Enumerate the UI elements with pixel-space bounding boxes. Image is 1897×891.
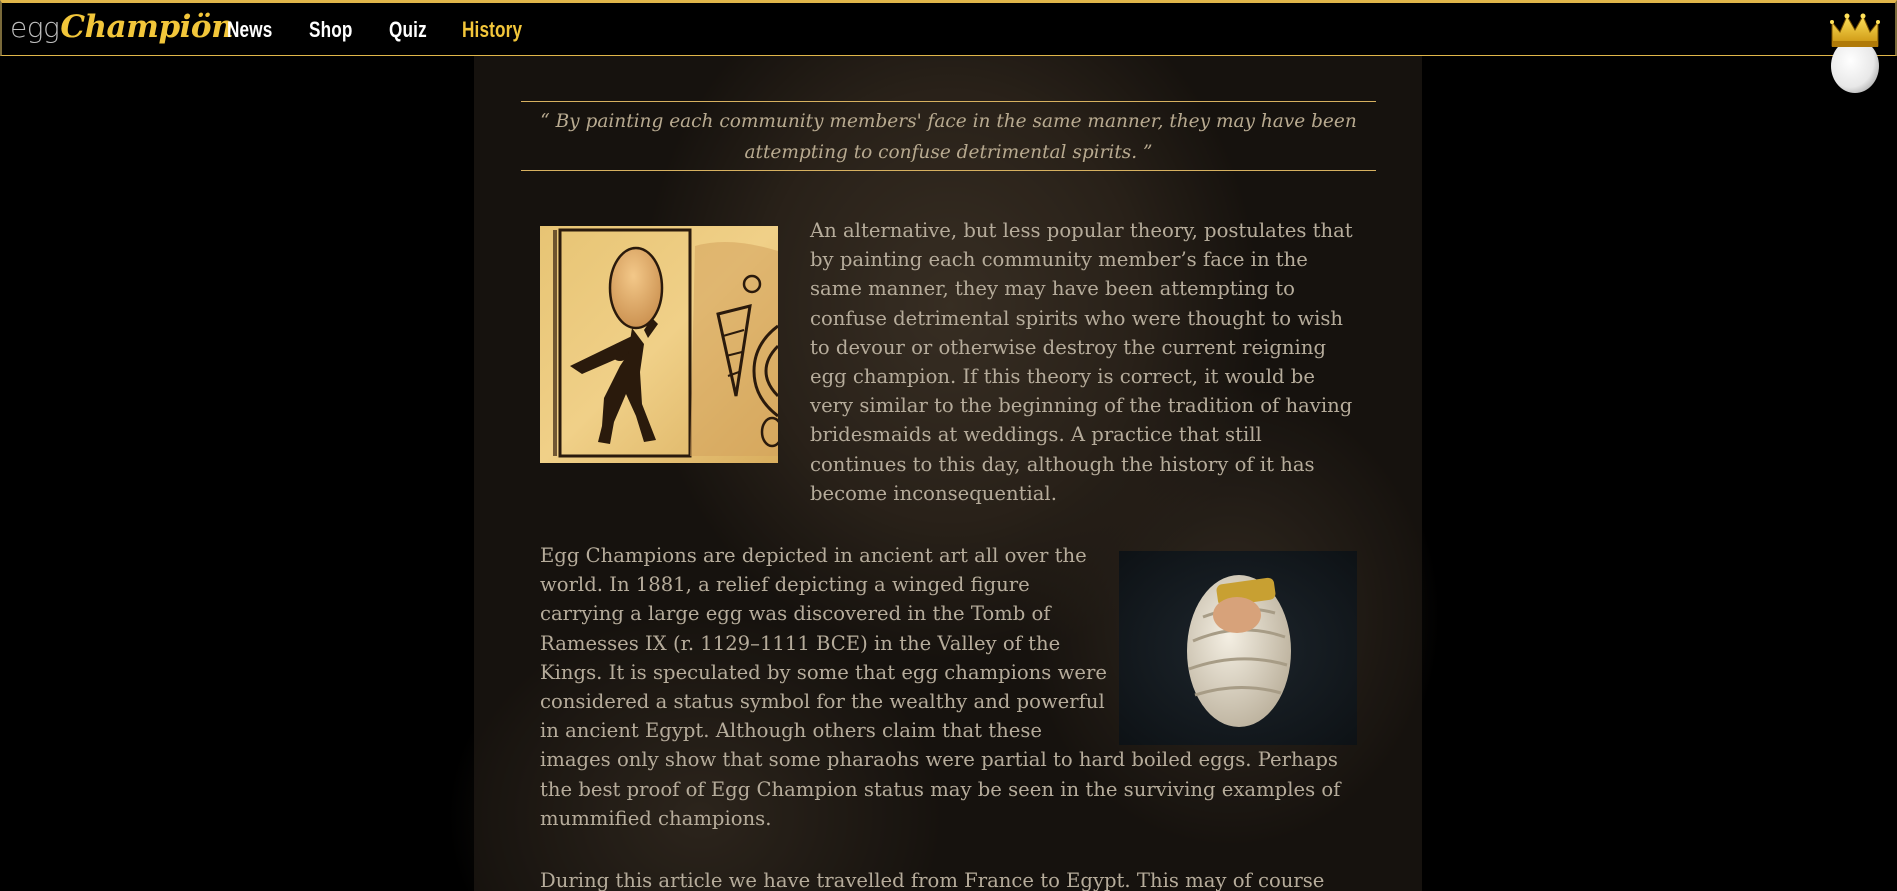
pull-quote: “ By painting each community members' fa… — [521, 101, 1376, 171]
nav-link-shop[interactable]: Shop — [309, 17, 353, 43]
main-nav: News Shop Quiz History — [227, 17, 563, 43]
article-paragraph-2: Egg Champions are depicted in ancient ar… — [540, 541, 1370, 833]
nav-link-news[interactable]: News — [227, 17, 272, 43]
image-float-spacer — [1128, 541, 1370, 741]
logo-egg-text: egg — [10, 11, 60, 44]
hieroglyph-image — [540, 226, 778, 463]
top-navigation-bar: egg Champiön News Shop Quiz History — [0, 0, 1897, 56]
article-paragraph-1: An alternative, but less popular theory,… — [810, 219, 1353, 505]
logo-champion-text: Champiön — [60, 9, 234, 45]
crowned-egg-icon[interactable] — [1829, 10, 1881, 94]
site-logo[interactable]: egg Champiön — [10, 9, 234, 49]
nav-link-history[interactable]: History — [462, 17, 522, 43]
nav-link-quiz[interactable]: Quiz — [389, 17, 427, 43]
article-paragraph-3: During this article we have travelled fr… — [540, 869, 1325, 891]
